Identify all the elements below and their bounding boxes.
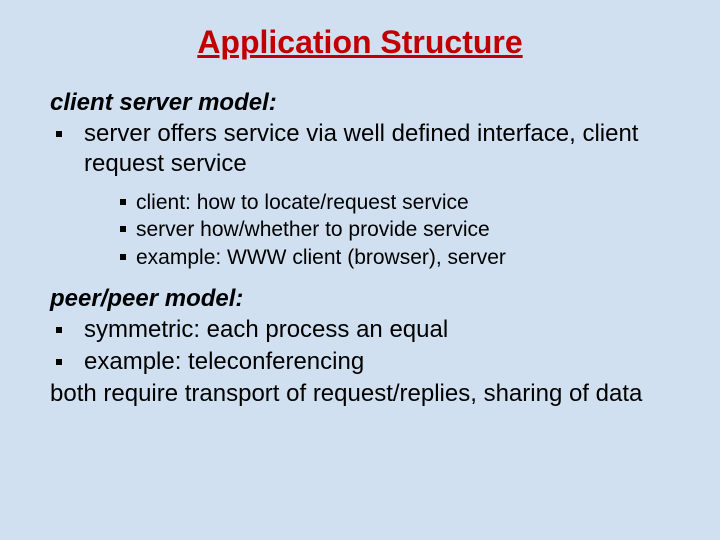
sub-bullet-text: client: how to locate/request service: [136, 189, 469, 216]
bullet-icon: [56, 359, 62, 365]
sub-bullet-text: server how/whether to provide service: [136, 216, 490, 243]
sub-bullet-item: example: WWW client (browser), server: [120, 244, 670, 271]
bullet-icon: [120, 199, 126, 205]
sub-bullet-item: client: how to locate/request service: [120, 189, 670, 216]
bullet-text: server offers service via well defined i…: [84, 119, 670, 179]
closing-text: both require transport of request/replie…: [50, 379, 670, 409]
bullet-icon: [56, 327, 62, 333]
bullet-icon: [56, 131, 62, 137]
section-heading-client-server: client server model:: [50, 89, 670, 117]
bullet-item: example: teleconferencing: [50, 347, 670, 377]
bullet-text: example: teleconferencing: [84, 347, 670, 377]
bullet-text: symmetric: each process an equal: [84, 315, 670, 345]
section-heading-peer-peer: peer/peer model:: [50, 285, 670, 313]
slide-title: Application Structure: [50, 24, 670, 61]
bullet-icon: [120, 254, 126, 260]
sub-bullet-item: server how/whether to provide service: [120, 216, 670, 243]
sub-bullet-list: client: how to locate/request service se…: [120, 189, 670, 271]
sub-bullet-text: example: WWW client (browser), server: [136, 244, 506, 271]
bullet-icon: [120, 226, 126, 232]
slide: Application Structure client server mode…: [0, 0, 720, 429]
bullet-item: symmetric: each process an equal: [50, 315, 670, 345]
bullet-item: server offers service via well defined i…: [50, 119, 670, 179]
